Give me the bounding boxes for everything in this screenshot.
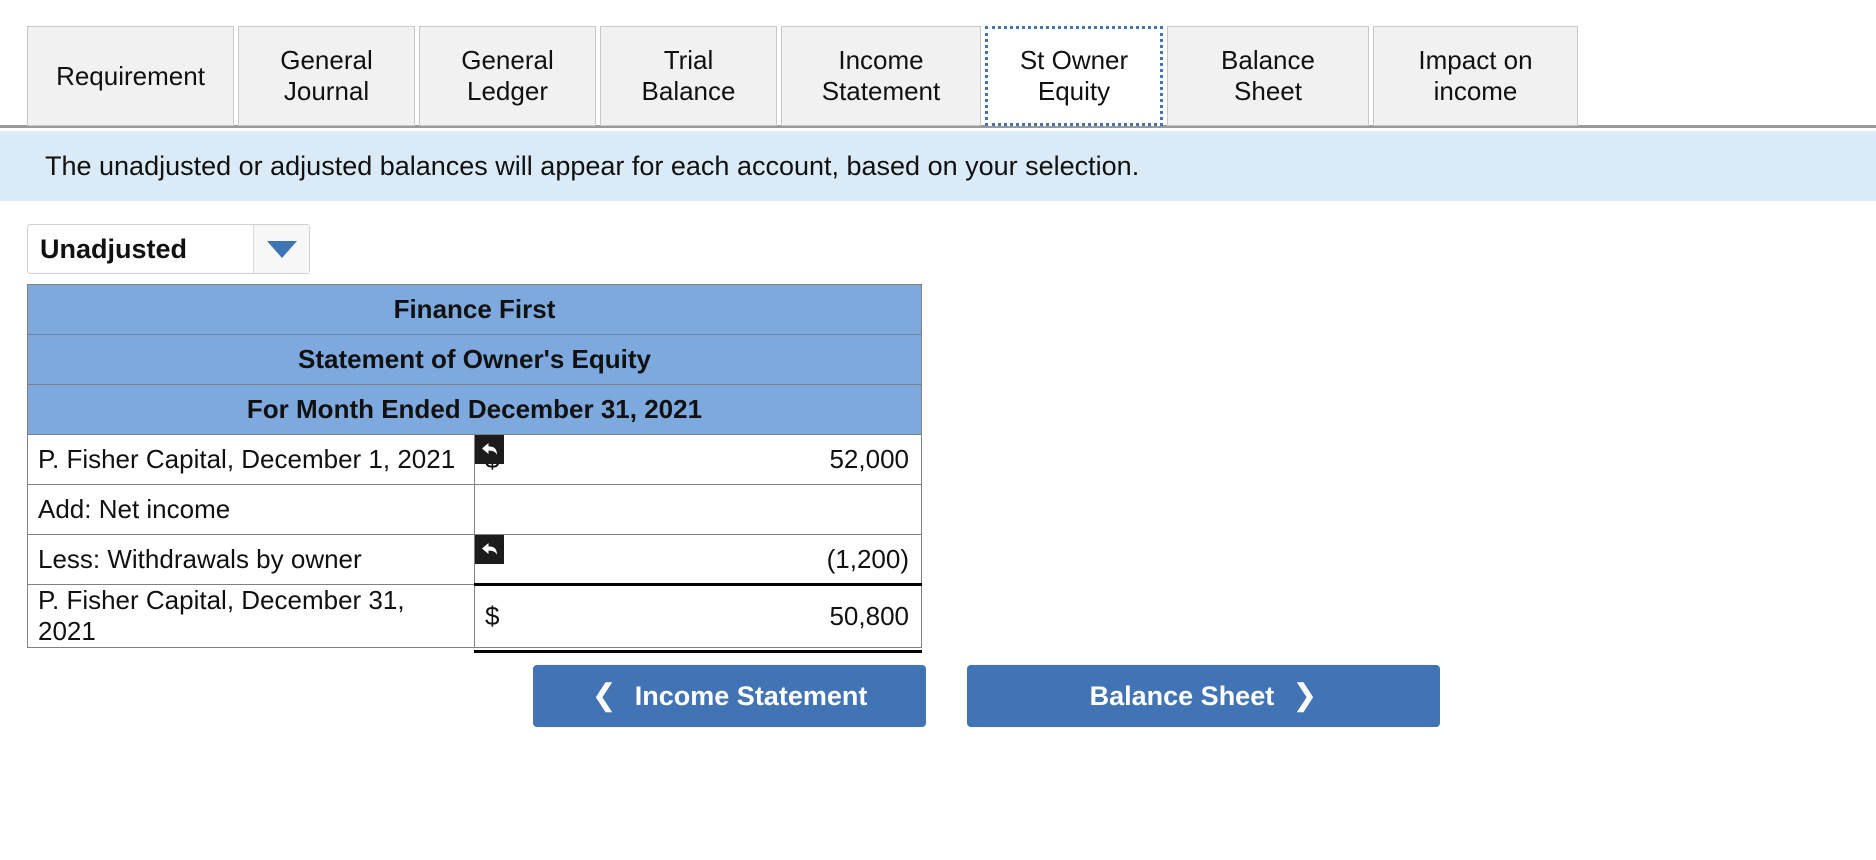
statement-period: For Month Ended December 31, 2021 (27, 384, 922, 435)
balance-sheet-button-label: Balance Sheet (1089, 680, 1275, 711)
balance-sheet-button[interactable]: Balance Sheet ❯ (967, 665, 1440, 727)
row-value: 50,800 (829, 601, 909, 631)
table-title-row: Finance First (27, 284, 922, 335)
statement-of-owners-equity-table: Finance First Statement of Owner's Equit… (27, 284, 923, 655)
info-banner-text: The unadjusted or adjusted balances will… (45, 150, 1140, 181)
table-row-total: P. Fisher Capital, December 31, 2021 $ 5… (27, 583, 923, 655)
tab-balance-sheet[interactable]: Balance Sheet (1167, 26, 1369, 126)
tab-general-ledger[interactable]: General Ledger (419, 26, 596, 126)
chevron-down-icon[interactable] (253, 225, 309, 273)
income-statement-button[interactable]: ❮ Income Statement (533, 665, 926, 727)
tab-requirement[interactable]: Requirement (27, 26, 234, 126)
chevron-left-icon: ❮ (591, 679, 617, 712)
tab-list: Requirement General Journal General Ledg… (27, 26, 1582, 126)
row-amount-cell[interactable]: $ 50,800 (474, 583, 923, 655)
tab-impact-on-income[interactable]: Impact on income (1373, 26, 1578, 126)
company-name: Finance First (27, 284, 922, 335)
chevron-right-icon: ❯ (1292, 679, 1318, 712)
balance-type-value: Unadjusted (40, 233, 188, 264)
tab-strip: Requirement General Journal General Ledg… (0, 0, 1876, 128)
row-currency: $ (485, 444, 500, 474)
row-amount-cell[interactable]: (1,200) (474, 534, 922, 585)
info-banner: The unadjusted or adjusted balances will… (0, 131, 1876, 201)
balance-type-dropdown[interactable]: Unadjusted (27, 224, 310, 274)
row-label: P. Fisher Capital, December 31, 2021 (27, 584, 475, 648)
table-period-row: For Month Ended December 31, 2021 (27, 384, 922, 435)
row-amount-cell[interactable]: $ 52,000 (474, 434, 922, 485)
table-subtitle-row: Statement of Owner's Equity (27, 334, 922, 385)
table-row: Add: Net income (27, 484, 922, 535)
row-label: P. Fisher Capital, December 1, 2021 (27, 434, 475, 485)
tab-income-statement[interactable]: Income Statement (781, 26, 981, 126)
row-amount-cell[interactable] (474, 484, 922, 535)
tab-trial-balance[interactable]: Trial Balance (600, 26, 777, 126)
statement-name: Statement of Owner's Equity (27, 334, 922, 385)
row-label: Less: Withdrawals by owner (27, 534, 475, 585)
table-row: Less: Withdrawals by owner (1,200) (27, 534, 922, 585)
table-row: P. Fisher Capital, December 1, 2021 $ 52… (27, 434, 922, 485)
caret-shape (266, 240, 297, 258)
tab-st-owner-equity[interactable]: St Owner Equity (985, 26, 1163, 126)
row-value: 52,000 (829, 444, 909, 474)
income-statement-button-label: Income Statement (634, 680, 868, 711)
row-label: Add: Net income (27, 484, 475, 535)
tab-general-journal[interactable]: General Journal (238, 26, 415, 126)
row-value: (1,200) (826, 543, 909, 574)
row-currency: $ (485, 601, 500, 631)
